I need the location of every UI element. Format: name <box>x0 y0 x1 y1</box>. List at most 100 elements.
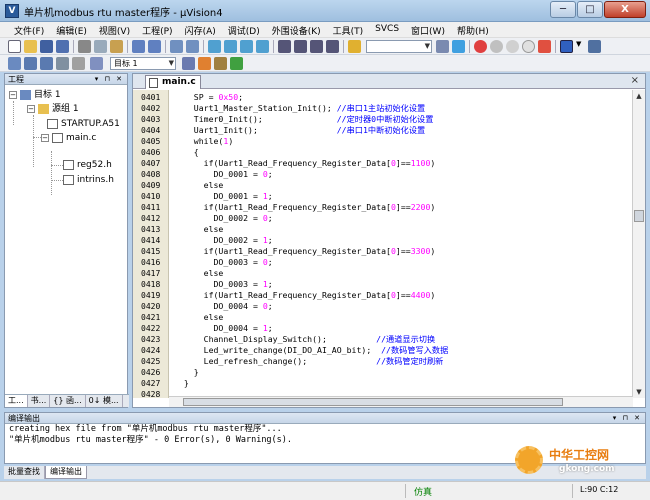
breakpoint-icon[interactable] <box>490 40 503 53</box>
configure-icon[interactable] <box>588 40 601 53</box>
download-icon[interactable] <box>90 57 103 70</box>
panel-pin-close-icon[interactable]: ▾ ⊓ ✕ <box>613 413 642 424</box>
debug-session-icon[interactable] <box>474 40 487 53</box>
status-divider <box>405 484 406 498</box>
chevron-down-icon[interactable]: ▼ <box>576 40 584 53</box>
close-button[interactable]: X <box>604 1 646 18</box>
tab-batch-find[interactable]: 批量查找 <box>4 466 45 479</box>
maximize-button[interactable]: □ <box>577 1 603 18</box>
indent-icon[interactable] <box>278 40 291 53</box>
select-packs-icon[interactable] <box>230 57 243 70</box>
menu-tools[interactable]: 工具(T) <box>327 22 370 37</box>
close-icon[interactable]: × <box>631 75 639 86</box>
tree-node-include[interactable]: intrins.h <box>63 174 114 186</box>
new-file-icon[interactable] <box>8 40 21 53</box>
menu-flash[interactable]: 闪存(A) <box>179 22 222 37</box>
find-combo[interactable]: ▼ <box>366 40 432 53</box>
open-folder-icon[interactable] <box>24 40 37 53</box>
scroll-thumb[interactable] <box>634 210 644 222</box>
cut-icon[interactable] <box>78 40 91 53</box>
nav-back-icon[interactable] <box>170 40 183 53</box>
menu-edit[interactable]: 编辑(E) <box>50 22 93 37</box>
find-in-files-icon[interactable] <box>348 40 361 53</box>
next-bookmark-icon[interactable] <box>240 40 253 53</box>
menu-svcs[interactable]: SVCS <box>369 22 405 37</box>
tree-node-file[interactable]: − main.c <box>41 132 96 144</box>
menu-debug[interactable]: 调试(D) <box>222 22 266 37</box>
tree-node-group[interactable]: − 源组 1 <box>27 103 79 115</box>
incremental-find-icon[interactable] <box>452 40 465 53</box>
nav-forward-icon[interactable] <box>186 40 199 53</box>
menu-project[interactable]: 工程(P) <box>136 22 178 37</box>
comment-icon[interactable] <box>310 40 323 53</box>
code-text: DO_0001 = 0; <box>179 169 273 179</box>
minimize-button[interactable]: ─ <box>550 1 576 18</box>
uncomment-icon[interactable] <box>326 40 339 53</box>
kill-all-breakpoints-icon[interactable] <box>538 40 551 53</box>
chevron-down-icon: ▼ <box>168 59 174 67</box>
tree-node-target[interactable]: − 目标 1 <box>9 89 61 101</box>
code-line: while(1) <box>179 136 233 147</box>
editor-tab-main-c[interactable]: main.c <box>145 75 201 89</box>
find-icon[interactable] <box>436 40 449 53</box>
disable-all-breakpoints-icon[interactable] <box>522 40 535 53</box>
menu-peripherals[interactable]: 外围设备(K) <box>266 22 327 37</box>
menu-help[interactable]: 帮助(H) <box>451 22 495 37</box>
debug-mode-status: 仿真 <box>414 488 433 498</box>
stop-build-icon[interactable] <box>72 57 85 70</box>
batch-build-icon[interactable] <box>56 57 69 70</box>
tool-icon[interactable] <box>198 57 211 70</box>
menu-window[interactable]: 窗口(W) <box>405 22 451 37</box>
tree-node-include[interactable]: reg52.h <box>63 159 112 171</box>
code-line: Uart1_Init(); //串口1中断初始化设置 <box>179 125 425 136</box>
save-icon[interactable] <box>40 40 53 53</box>
tab-project[interactable]: 工... <box>5 395 28 407</box>
line-number: 0426 <box>141 368 161 377</box>
tab-functions[interactable]: {} 函... <box>50 395 86 407</box>
vertical-scrollbar[interactable]: ▲ ▼ <box>632 90 645 398</box>
panel-pin-close-icon[interactable]: ▾ ⊓ ✕ <box>95 74 124 85</box>
collapse-icon[interactable]: − <box>41 133 49 142</box>
translate-icon[interactable] <box>8 57 21 70</box>
unindent-icon[interactable] <box>294 40 307 53</box>
line-number: 0413 <box>141 225 161 234</box>
tab-build-output[interactable]: 编译输出 <box>45 466 87 479</box>
code-text: Uart1_Master_Station_Init(); <box>179 103 337 113</box>
collapse-icon[interactable]: − <box>27 104 35 113</box>
code-area[interactable]: SP = 0x50; Uart1_Master_Station_Init(); … <box>171 90 631 398</box>
file-toolbar: ▼ ▼ <box>0 38 650 55</box>
menu-file[interactable]: 文件(F) <box>8 22 50 37</box>
target-options-icon[interactable] <box>182 57 195 70</box>
prev-bookmark-icon[interactable] <box>224 40 237 53</box>
undo-icon[interactable] <box>132 40 145 53</box>
disable-breakpoint-icon[interactable] <box>506 40 519 53</box>
manage-components-icon[interactable] <box>214 57 227 70</box>
save-all-icon[interactable] <box>56 40 69 53</box>
tab-books[interactable]: 书... <box>28 395 51 407</box>
tree-node-file[interactable]: STARTUP.A51 <box>47 118 120 130</box>
clear-bookmarks-icon[interactable] <box>256 40 269 53</box>
scroll-down-icon[interactable]: ▼ <box>633 386 645 398</box>
code-text: else <box>179 268 224 278</box>
window-layout-icon[interactable] <box>560 40 573 53</box>
menu-view[interactable]: 视图(V) <box>93 22 136 37</box>
rebuild-icon[interactable] <box>40 57 53 70</box>
horizontal-scrollbar[interactable] <box>169 396 633 407</box>
code-text: DO_0004 = 1; <box>179 323 273 333</box>
redo-icon[interactable] <box>148 40 161 53</box>
copy-icon[interactable] <box>94 40 107 53</box>
tab-templates[interactable]: 0↓ 模... <box>86 395 123 407</box>
collapse-icon[interactable]: − <box>9 90 17 99</box>
build-icon[interactable] <box>24 57 37 70</box>
scroll-up-icon[interactable]: ▲ <box>633 90 645 102</box>
line-number: 0415 <box>141 247 161 256</box>
uvision-app-icon[interactable]: V <box>5 4 19 18</box>
target-select[interactable]: 目标 1 ▼ <box>110 57 176 70</box>
bookmark-icon[interactable] <box>208 40 221 53</box>
paste-icon[interactable] <box>110 40 123 53</box>
code-line: DO_0003 = 0; <box>179 257 273 268</box>
toolbar-separator <box>203 40 204 53</box>
code-text: if(Uart1_Read_Frequency_Register_Data[0]… <box>179 290 436 300</box>
code-text: DO_0002 = 0; <box>179 213 273 223</box>
scroll-thumb[interactable] <box>183 398 563 406</box>
